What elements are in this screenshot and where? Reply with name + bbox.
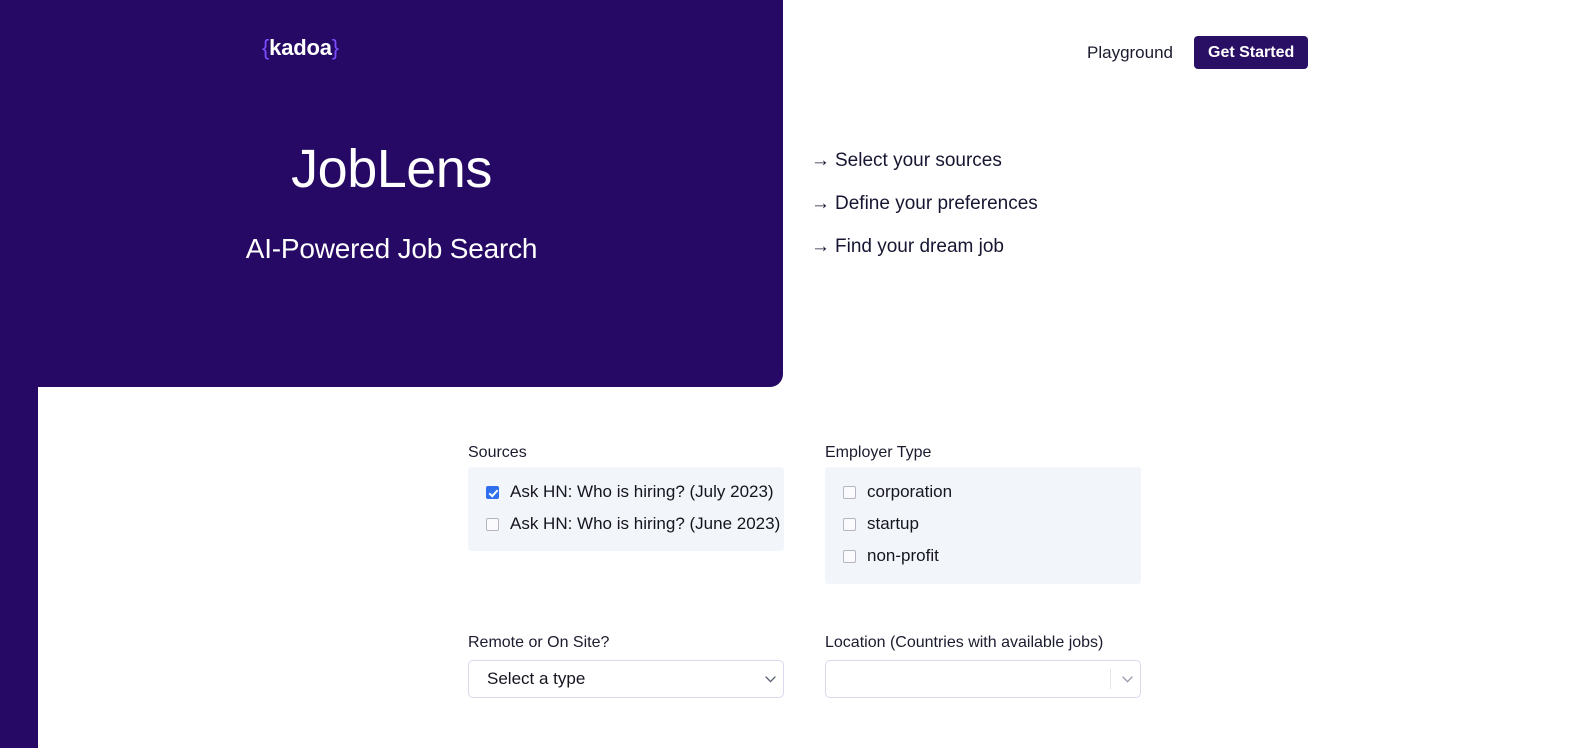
arrow-right-icon: → bbox=[811, 193, 830, 214]
employer-type-option-non-profit[interactable]: non-profit bbox=[825, 540, 1141, 572]
location-label: Location (Countries with available jobs) bbox=[825, 634, 1104, 651]
sources-options-panel: Ask HN: Who is hiring? (July 2023) Ask H… bbox=[468, 467, 784, 551]
step-label: Define your preferences bbox=[835, 193, 1038, 214]
employer-type-option-label: startup bbox=[867, 514, 919, 533]
location-select[interactable] bbox=[825, 660, 1141, 698]
work-mode-selected-value: Select a type bbox=[487, 669, 586, 688]
form-card: Sources Ask HN: Who is hiring? (July 202… bbox=[38, 387, 1584, 748]
steps-list: → Select your sources → Define your prefer… bbox=[811, 148, 1038, 277]
sources-option-label: Ask HN: Who is hiring? (July 2023) bbox=[510, 482, 774, 501]
employer-type-options-panel: corporation startup non-profit bbox=[825, 467, 1141, 584]
checkbox-icon[interactable] bbox=[486, 485, 499, 499]
checkbox-icon[interactable] bbox=[486, 517, 499, 531]
chevron-down-icon bbox=[757, 675, 783, 683]
sources-label: Sources bbox=[468, 444, 527, 461]
employer-type-label: Employer Type bbox=[825, 444, 932, 461]
work-mode-label: Remote or On Site? bbox=[468, 634, 610, 651]
select-divider bbox=[1110, 669, 1111, 689]
employer-type-option-startup[interactable]: startup bbox=[825, 508, 1141, 540]
page-root: {kadoa} JobLens AI-Powered Job Search Pl… bbox=[0, 0, 1584, 748]
step-label: Find your dream job bbox=[835, 236, 1004, 257]
checkbox-icon[interactable] bbox=[843, 485, 856, 499]
step-link-define-preferences[interactable]: → Define your preferences bbox=[811, 191, 1038, 217]
page-subtitle: AI-Powered Job Search bbox=[245, 233, 538, 264]
checkbox-icon[interactable] bbox=[843, 517, 856, 531]
get-started-button[interactable]: Get Started bbox=[1194, 36, 1309, 69]
arrow-right-icon: → bbox=[811, 150, 830, 171]
employer-type-option-corporation[interactable]: corporation bbox=[825, 476, 1141, 508]
employer-type-option-label: non-profit bbox=[867, 546, 939, 565]
step-label: Select your sources bbox=[835, 150, 1002, 171]
arrow-right-icon: → bbox=[811, 236, 830, 257]
work-mode-select[interactable]: Select a type bbox=[468, 660, 784, 698]
employer-type-option-label: corporation bbox=[867, 482, 953, 501]
chevron-down-icon[interactable] bbox=[1114, 675, 1140, 683]
checkbox-icon[interactable] bbox=[843, 549, 856, 563]
step-link-find-dream-job[interactable]: → Find your dream job bbox=[811, 234, 1004, 260]
step-link-select-sources[interactable]: → Select your sources bbox=[811, 148, 1002, 174]
page-title: JobLens bbox=[291, 139, 492, 199]
logo-brace-close: } bbox=[331, 35, 339, 60]
sources-option-june-2023[interactable]: Ask HN: Who is hiring? (June 2023) bbox=[468, 508, 784, 540]
sources-option-july-2023[interactable]: Ask HN: Who is hiring? (July 2023) bbox=[468, 476, 784, 508]
nav-link-playground[interactable]: Playground bbox=[1087, 40, 1173, 66]
sources-option-label: Ask HN: Who is hiring? (June 2023) bbox=[510, 514, 781, 533]
logo-wordmark: kadoa bbox=[269, 35, 332, 60]
kadoa-logo[interactable]: {kadoa} bbox=[262, 33, 339, 63]
